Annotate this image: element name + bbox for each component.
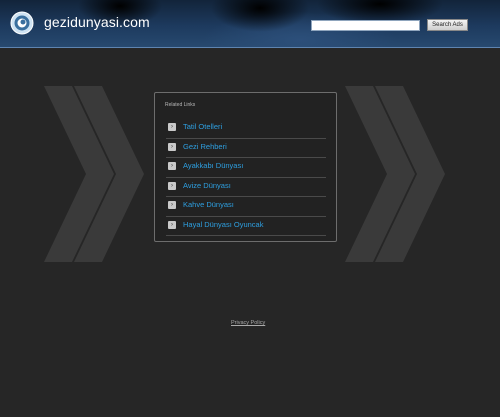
related-link[interactable]: Avize Dünyası <box>183 181 231 190</box>
header-bar: gezidunyasi.com Search Ads <box>0 0 500 48</box>
related-links-box: Related Links › Tatil Otelleri › Gezi Re… <box>154 92 337 242</box>
related-link[interactable]: Gezi Rehberi <box>183 142 227 151</box>
search-ads-button[interactable]: Search Ads <box>427 19 468 31</box>
site-title[interactable]: gezidunyasi.com <box>44 14 150 30</box>
search-input[interactable] <box>311 20 420 31</box>
arrow-right-icon: › <box>168 181 176 190</box>
related-links-list: › Tatil Otelleri › Gezi Rehberi › Ayakka… <box>166 119 326 236</box>
arrow-right-icon: › <box>168 162 176 170</box>
arrow-right-icon: › <box>168 142 176 151</box>
arrow-right-icon: › <box>168 220 176 229</box>
list-item[interactable]: › Tatil Otelleri <box>166 119 326 139</box>
list-item[interactable]: › Ayakkabı Dünyası <box>166 158 326 178</box>
list-item[interactable]: › Gezi Rehberi <box>166 139 326 158</box>
related-link[interactable]: Ayakkabı Dünyası <box>183 161 243 170</box>
related-links-title: Related Links <box>165 102 196 108</box>
list-item[interactable]: › Kahve Dünyası <box>166 197 326 217</box>
related-link[interactable]: Tatil Otelleri <box>183 122 222 131</box>
swirl-logo-icon[interactable] <box>10 11 34 35</box>
arrow-right-icon: › <box>168 123 176 131</box>
privacy-policy-link[interactable]: Privacy Policy <box>231 320 265 326</box>
related-link[interactable]: Kahve Dünyası <box>183 200 234 209</box>
related-link[interactable]: Hayal Dünyası Oyuncak <box>183 220 263 229</box>
list-item[interactable]: › Avize Dünyası <box>166 178 326 197</box>
arrow-right-icon: › <box>168 201 176 209</box>
chevron-right-icon <box>44 86 144 262</box>
list-item[interactable]: › Hayal Dünyası Oyuncak <box>166 217 326 236</box>
chevron-right-icon <box>345 86 445 262</box>
